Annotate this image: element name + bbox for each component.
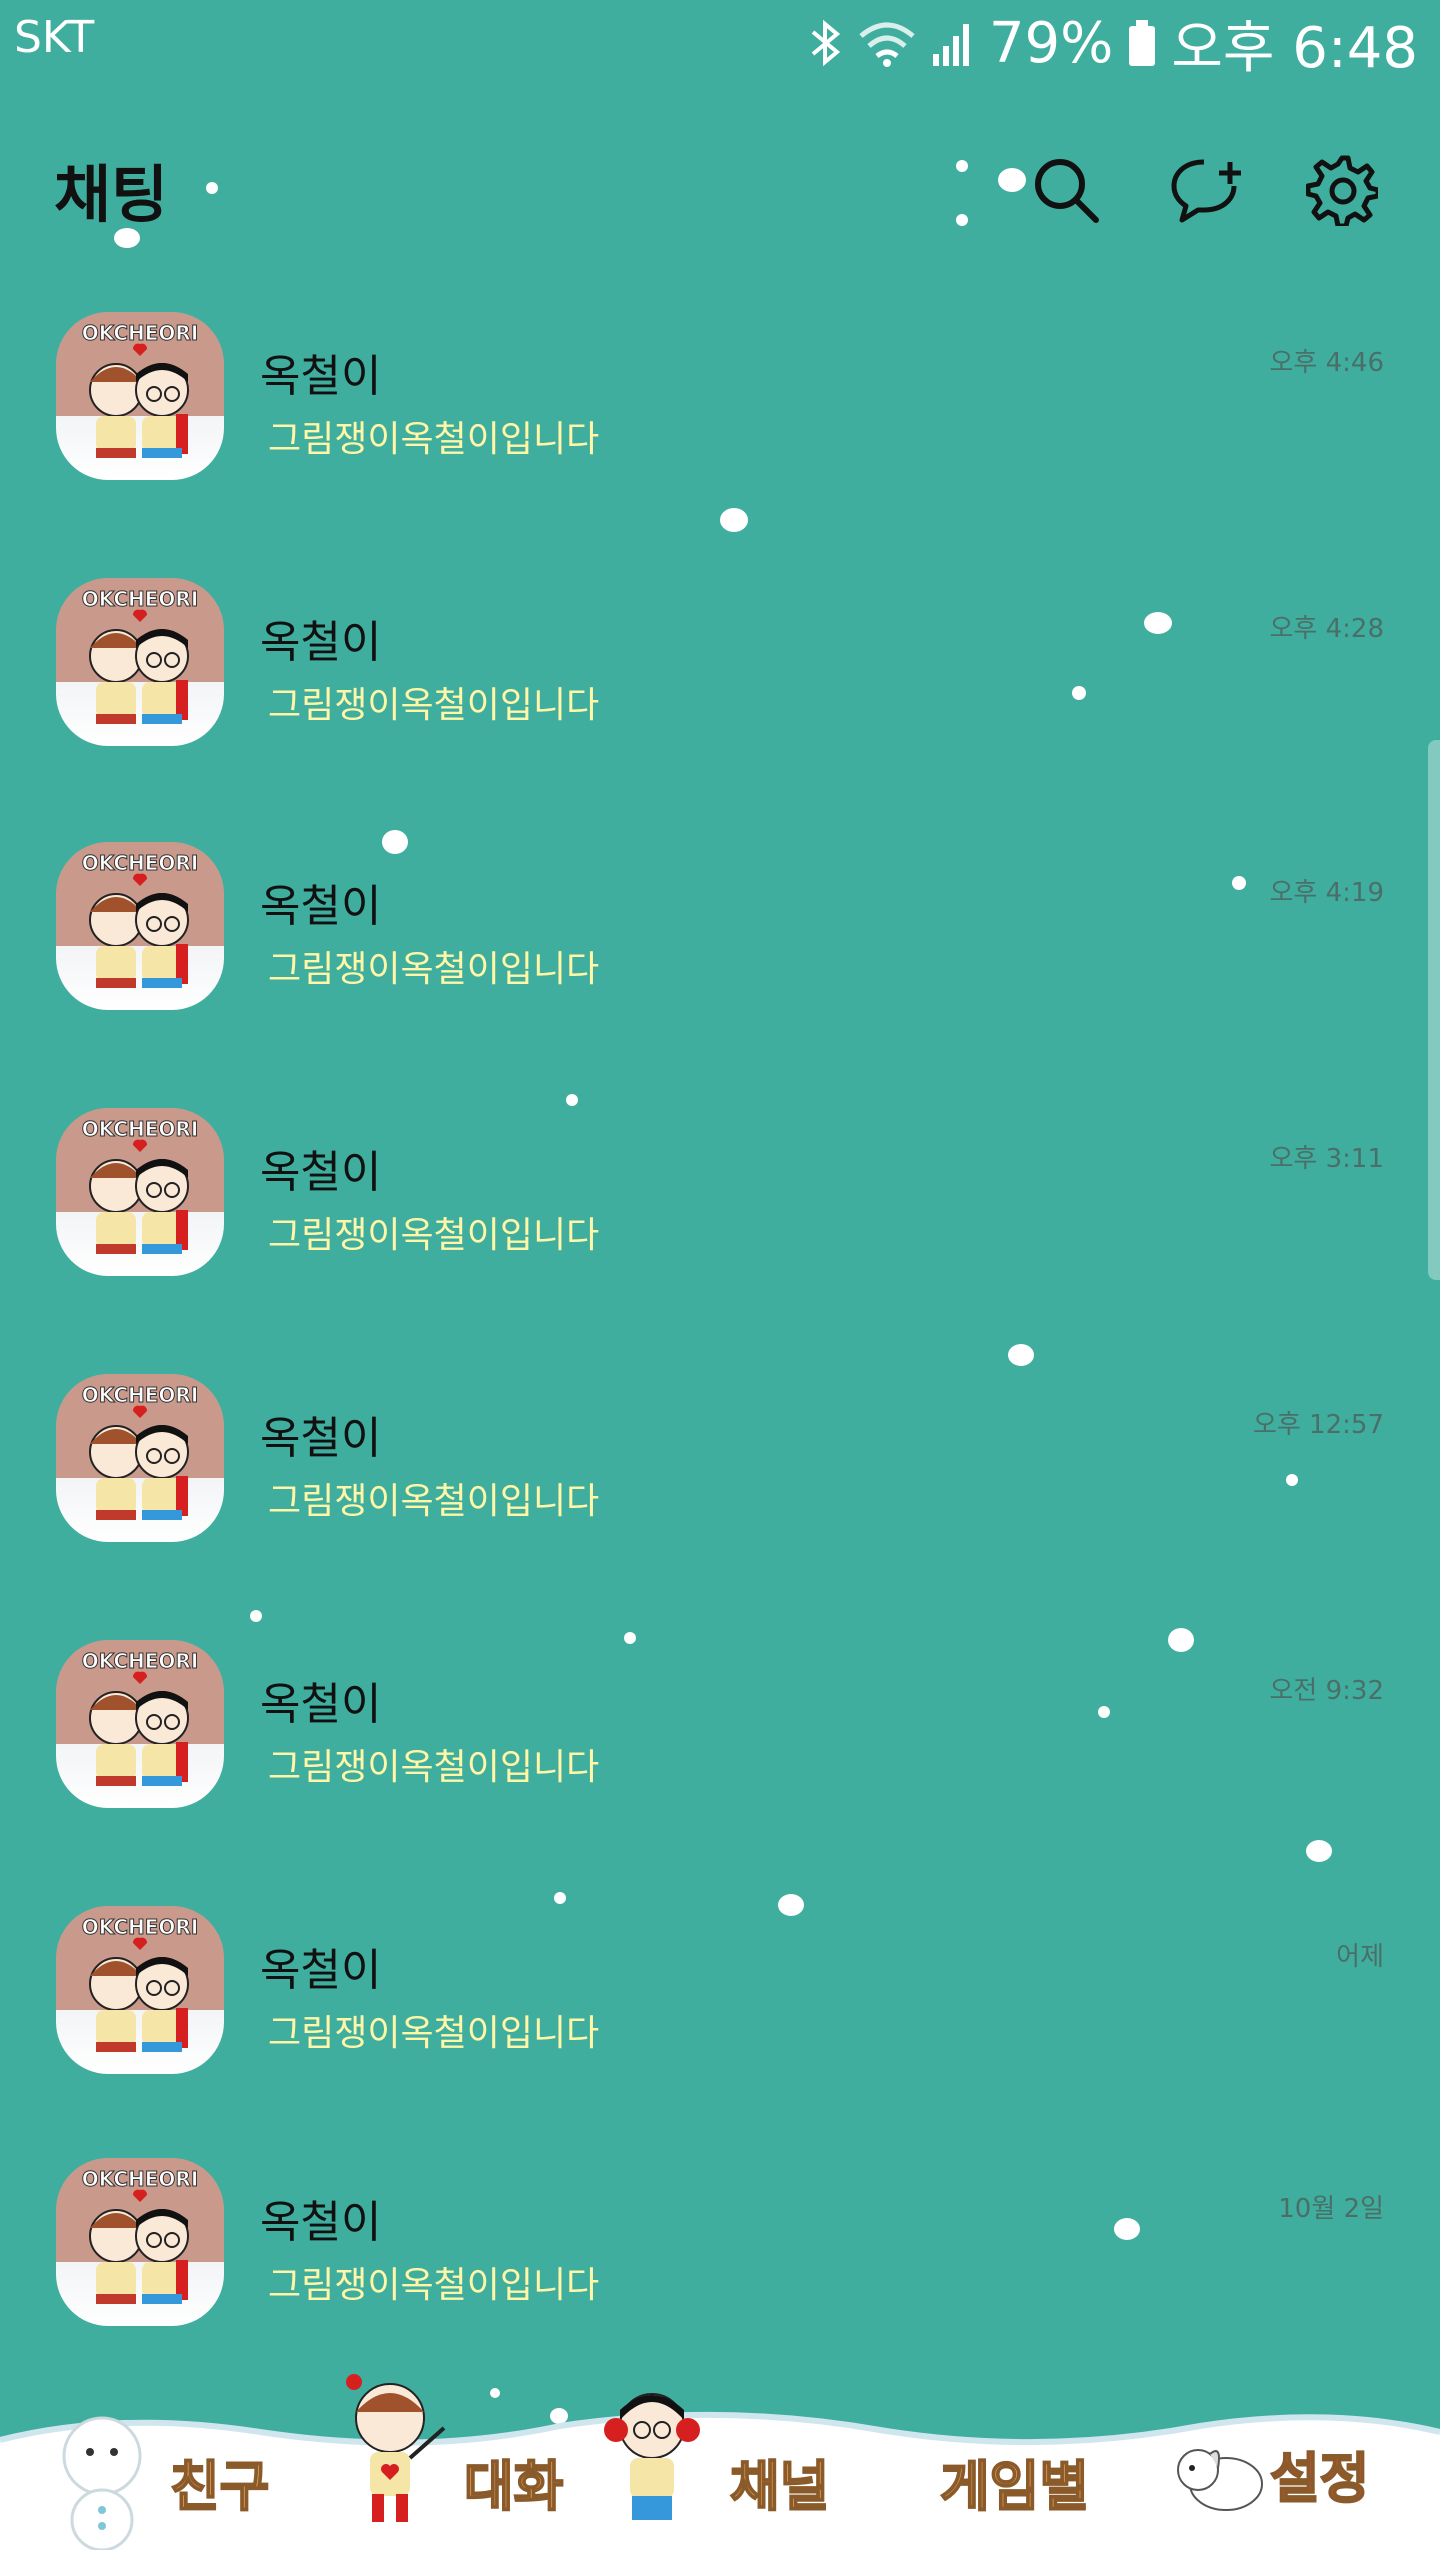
avatar-illustration: OKCHEORI	[81, 587, 199, 724]
chat-name: 옥철이	[260, 1147, 382, 1198]
clock: 오후 6:48	[1171, 15, 1418, 81]
avatar-illustration: OKCHEORI	[81, 321, 199, 458]
chat-timestamp: 오전 9:32	[1269, 1676, 1385, 1706]
chat-list-item[interactable]: OKCHEORI 옥철이 그림쟁이옥철이입니다 오후 3:11	[0, 1096, 1440, 1326]
chat-name: 옥철이	[260, 1413, 382, 1464]
new-chat-button[interactable]	[1166, 148, 1250, 232]
chat-preview: 그림쟁이옥철이입니다	[268, 685, 600, 726]
chat-timestamp: 오후 3:11	[1269, 1144, 1385, 1174]
tab-games[interactable]: 게임별	[920, 2420, 1120, 2560]
tab-games-label: 게임별	[939, 2454, 1090, 2519]
chat-timestamp: 오후 4:28	[1269, 614, 1385, 644]
avatar: OKCHEORI	[56, 1374, 224, 1542]
bottom-tab-bar: 친구 대화 채널 게임별 설정	[0, 2374, 1440, 2560]
avatar-logo-text: OKCHEORI	[82, 1915, 199, 1939]
avatar: OKCHEORI	[56, 578, 224, 746]
avatar: OKCHEORI	[56, 842, 224, 1010]
chat-timestamp: 오후 4:19	[1269, 878, 1385, 908]
girl-character-icon	[346, 2374, 446, 2522]
avatar-logo-text: OKCHEORI	[82, 851, 199, 875]
avatar-illustration: OKCHEORI	[81, 1383, 199, 1520]
avatar-logo-text: OKCHEORI	[82, 1383, 199, 1407]
chat-name: 옥철이	[260, 617, 382, 668]
chat-list-item[interactable]: OKCHEORI 옥철이 그림쟁이옥철이입니다 어제	[0, 1894, 1440, 2124]
bluetooth-icon	[809, 18, 843, 68]
chat-name: 옥철이	[260, 2197, 382, 2248]
tab-channel[interactable]: 채널	[600, 2393, 840, 2560]
snowman-icon	[62, 2416, 142, 2550]
avatar-illustration: OKCHEORI	[81, 2167, 199, 2304]
avatar-logo-text: OKCHEORI	[82, 587, 199, 611]
settings-button[interactable]	[1300, 148, 1384, 232]
status-bar: SKT 79% 오후 6:48	[0, 0, 1440, 84]
chat-preview: 그림쟁이옥철이입니다	[268, 949, 600, 990]
snowflake	[250, 1610, 262, 1622]
search-button[interactable]	[1024, 148, 1108, 232]
chat-name: 옥철이	[260, 351, 382, 402]
tab-friends[interactable]: 친구	[40, 2416, 290, 2560]
status-indicators: 79% 오후 6:48	[809, 8, 1418, 81]
chat-timestamp: 오후 4:46	[1269, 348, 1385, 378]
chat-preview: 그림쟁이옥철이입니다	[268, 1481, 600, 1522]
tab-settings[interactable]: 설정	[1170, 2420, 1430, 2560]
avatar-illustration: OKCHEORI	[81, 851, 199, 988]
chat-list-item[interactable]: OKCHEORI 옥철이 그림쟁이옥철이입니다 오전 9:32	[0, 1628, 1440, 1858]
chat-name: 옥철이	[260, 881, 382, 932]
avatar-logo-text: OKCHEORI	[82, 1117, 199, 1141]
chat-list-item[interactable]: OKCHEORI 옥철이 그림쟁이옥철이입니다 오후 4:19	[0, 830, 1440, 1060]
avatar: OKCHEORI	[56, 312, 224, 480]
avatar: OKCHEORI	[56, 1906, 224, 2074]
chat-list-item[interactable]: OKCHEORI 옥철이 그림쟁이옥철이입니다 10월 2일	[0, 2146, 1440, 2376]
avatar-logo-text: OKCHEORI	[82, 1649, 199, 1673]
chat-list-item[interactable]: OKCHEORI 옥철이 그림쟁이옥철이입니다 오후 12:57	[0, 1362, 1440, 1592]
chat-preview: 그림쟁이옥철이입니다	[268, 419, 600, 460]
tab-settings-label: 설정	[1269, 2446, 1370, 2511]
carrier-label: SKT	[14, 12, 95, 63]
battery-percent: 79%	[988, 10, 1114, 76]
avatar-illustration: OKCHEORI	[81, 1649, 199, 1786]
search-icon	[1035, 159, 1099, 223]
avatar-logo-text: OKCHEORI	[82, 321, 199, 345]
chat-name: 옥철이	[260, 1945, 382, 1996]
new-chat-icon	[1171, 159, 1241, 223]
gear-icon	[1306, 155, 1378, 226]
chat-preview: 그림쟁이옥철이입니다	[268, 1747, 600, 1788]
tab-friends-label: 친구	[169, 2454, 270, 2519]
page-title: 채팅	[54, 158, 169, 231]
snowflake	[956, 214, 968, 226]
avatar: OKCHEORI	[56, 2158, 224, 2326]
boy-character-icon	[604, 2393, 700, 2520]
dog-character-icon	[1177, 2449, 1263, 2511]
snowflake	[956, 160, 968, 172]
tab-chats[interactable]: 대화	[340, 2374, 580, 2560]
avatar-illustration: OKCHEORI	[81, 1915, 199, 2052]
avatar: OKCHEORI	[56, 1108, 224, 1276]
snowflake	[206, 182, 218, 194]
snowflake	[114, 228, 140, 248]
chat-preview: 그림쟁이옥철이입니다	[268, 1215, 600, 1256]
chat-list-item[interactable]: OKCHEORI 옥철이 그림쟁이옥철이입니다 오후 4:28	[0, 566, 1440, 796]
chat-timestamp: 어제	[1336, 1942, 1384, 1972]
avatar: OKCHEORI	[56, 1640, 224, 1808]
chat-name: 옥철이	[260, 1679, 382, 1730]
battery-icon	[1127, 18, 1157, 68]
avatar-logo-text: OKCHEORI	[82, 2167, 199, 2191]
tab-channel-label: 채널	[729, 2454, 830, 2519]
tab-chats-label: 대화	[463, 2454, 564, 2519]
snowflake	[998, 168, 1026, 192]
avatar-illustration: OKCHEORI	[81, 1117, 199, 1254]
chat-timestamp: 10월 2일	[1278, 2194, 1384, 2224]
chat-preview: 그림쟁이옥철이입니다	[268, 2265, 600, 2306]
chat-preview: 그림쟁이옥철이입니다	[268, 2013, 600, 2054]
chat-timestamp: 오후 12:57	[1252, 1410, 1384, 1440]
chat-list-item[interactable]: OKCHEORI 옥철이 그림쟁이옥철이입니다 오후 4:46	[0, 300, 1440, 530]
signal-icon	[931, 18, 975, 68]
wifi-icon	[857, 18, 917, 68]
